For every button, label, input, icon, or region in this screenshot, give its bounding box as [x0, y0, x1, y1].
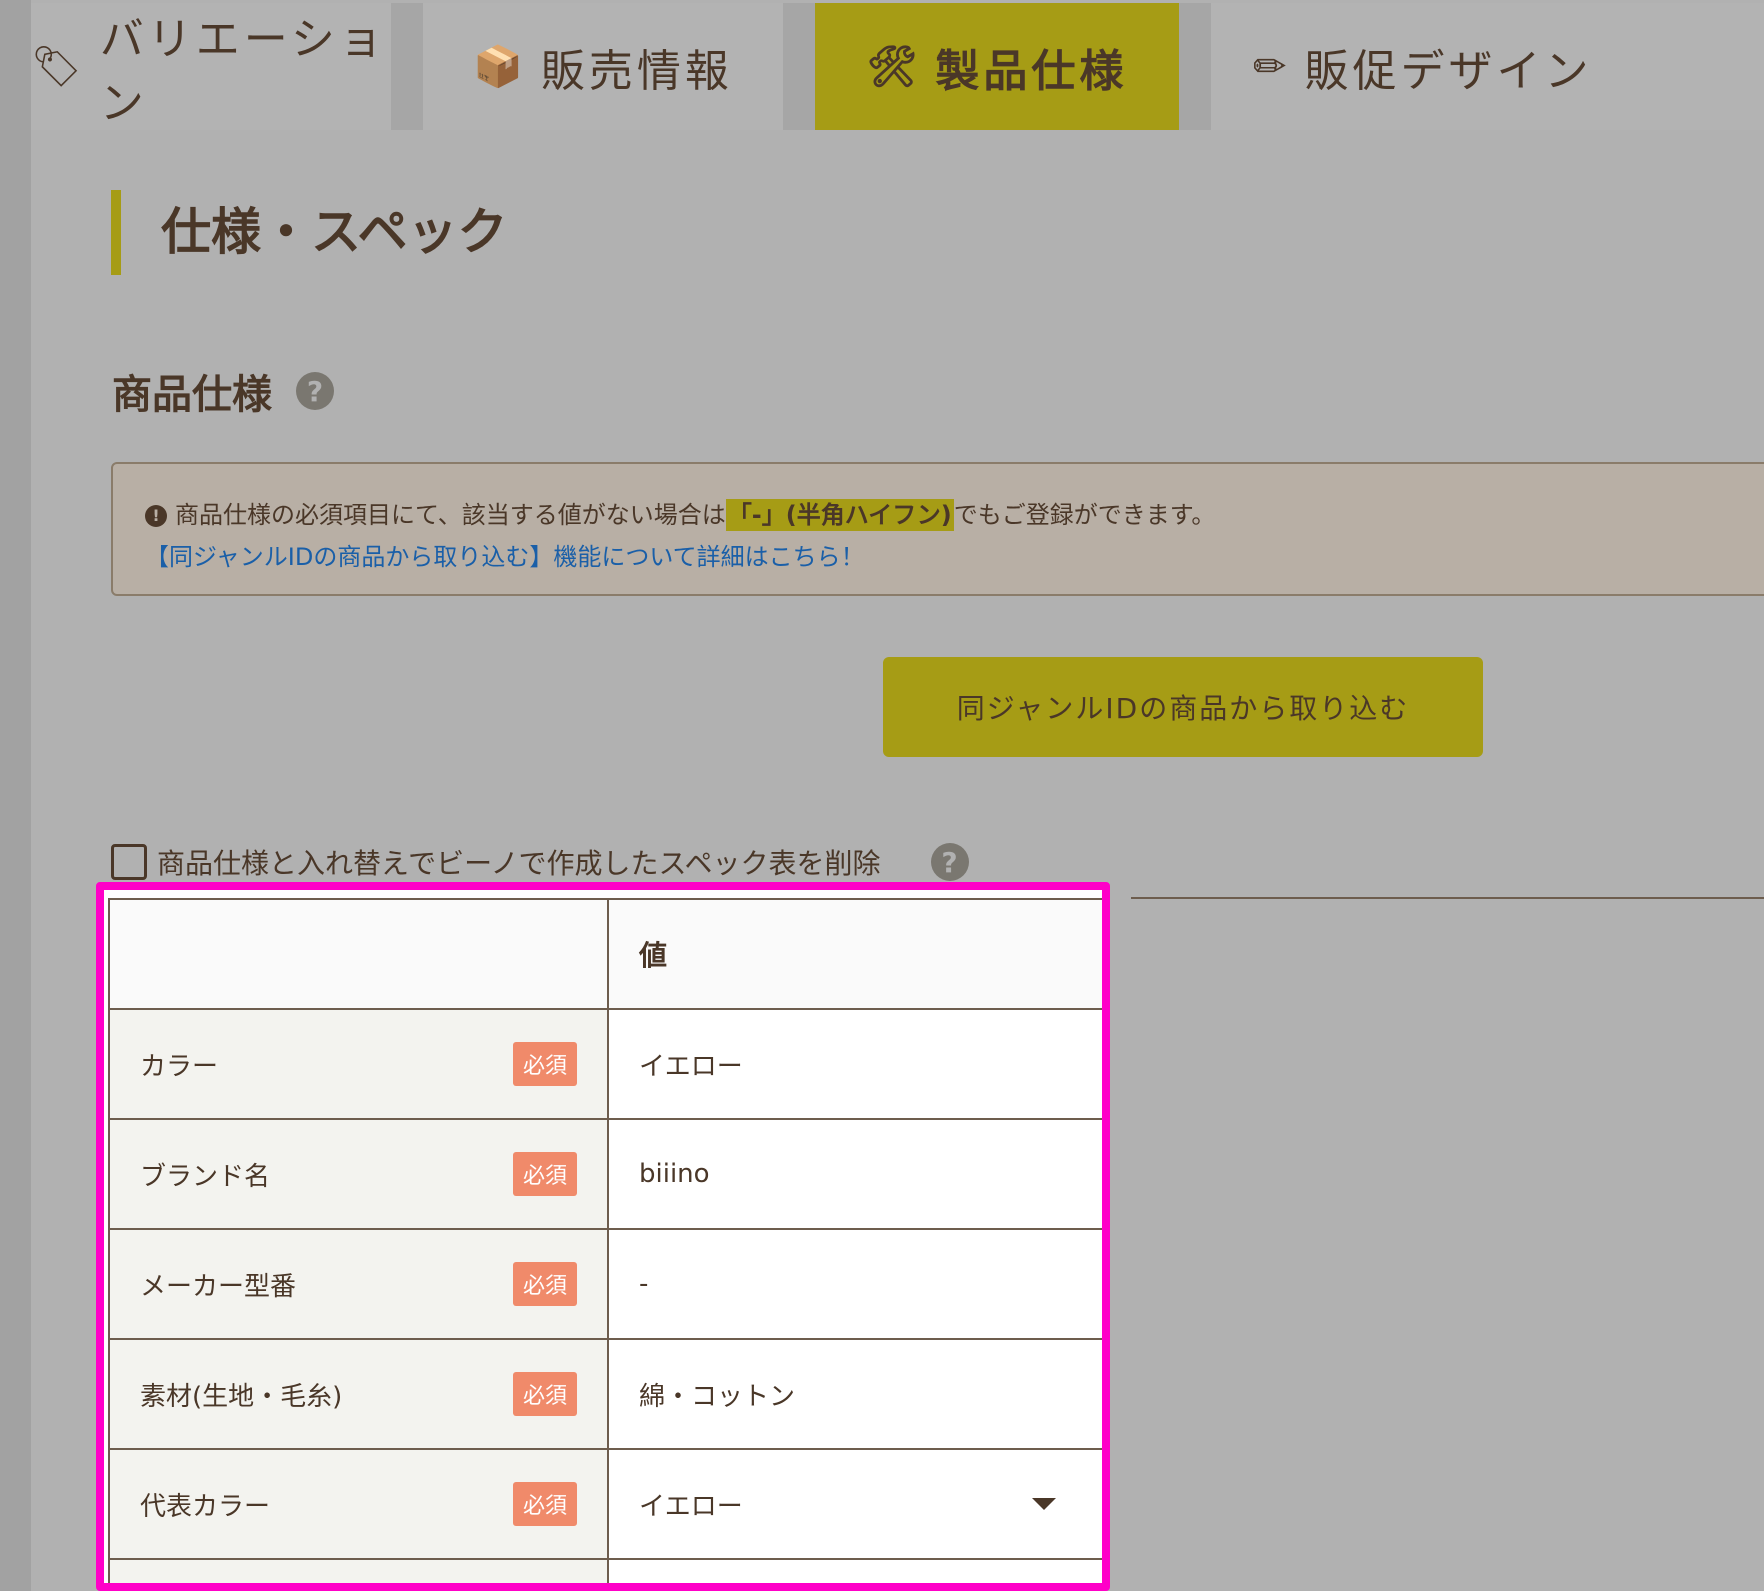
tools-icon: 🛠	[866, 44, 922, 90]
row-value-text: biiino	[639, 1159, 710, 1189]
row-value-text: -	[639, 1269, 649, 1299]
row-label: カラー 必須	[110, 1042, 607, 1086]
pencil-icon: ✏	[1253, 43, 1291, 90]
row-label-text: ブランド名	[140, 1161, 271, 1192]
table-row	[108, 1558, 1102, 1583]
exclamation-icon: !	[145, 505, 167, 527]
table-row: メーカー型番 必須 -	[108, 1228, 1102, 1340]
divider	[1131, 897, 1764, 899]
details-link[interactable]: 【同ジャンルIDの商品から取り込む】機能について詳細はこちら！	[145, 536, 1764, 578]
tab-variation[interactable]: 🏷 バリエーション	[31, 3, 391, 130]
help-icon[interactable]: ?	[930, 843, 969, 881]
row-label: 素材(生地・毛糸) 必須	[110, 1372, 607, 1416]
value-field-brand[interactable]: biiino	[609, 1159, 1102, 1189]
required-badge: 必須	[512, 1262, 577, 1306]
notice-text-before: 商品仕様の必須項目にて、該当する値がない場合は	[175, 501, 726, 529]
value-field-material[interactable]: 綿・コットン	[609, 1376, 1102, 1413]
chevron-down-icon[interactable]	[1032, 1498, 1056, 1510]
tab-divider	[783, 3, 815, 130]
required-badge: 必須	[512, 1152, 577, 1196]
header-label-cell	[108, 898, 609, 1010]
tab-promo-design[interactable]: ✏ 販促デザイン	[1211, 3, 1764, 130]
tag-icon: 🏷	[31, 44, 86, 90]
table-row: 代表カラー 必須 イエロー	[108, 1448, 1102, 1560]
header-value-cell: 値	[607, 898, 1102, 1010]
tab-label: 製品仕様	[935, 45, 1128, 97]
row-label: ブランド名 必須	[110, 1152, 607, 1196]
table-header-row: 値	[108, 898, 1102, 1010]
table-row: 素材(生地・毛糸) 必須 綿・コットン	[108, 1338, 1102, 1450]
package-icon: 📦	[473, 44, 527, 90]
notice-highlight: 「-」(半角ハイフン)	[725, 499, 954, 531]
row-label: 代表カラー 必須	[110, 1482, 607, 1526]
page: 🏷 バリエーション 📦 販売情報 🛠 製品仕様 ✏ 販促デザイン 仕様・スペック…	[31, 0, 1764, 1591]
notice-text-after: でもご登録ができます。	[953, 501, 1216, 529]
row-value-text: イエロー	[639, 1491, 743, 1522]
row-label: メーカー型番 必須	[110, 1262, 607, 1306]
value-field-model-number[interactable]: -	[609, 1269, 1102, 1299]
section-title: 仕様・スペック	[111, 190, 508, 275]
row-label-text: メーカー型番	[140, 1271, 297, 1302]
delete-spec-checkbox[interactable]	[111, 844, 147, 880]
subsection-title-text: 商品仕様	[112, 372, 272, 418]
required-badge: 必須	[512, 1372, 577, 1416]
tab-bar: 🏷 バリエーション 📦 販売情報 🛠 製品仕様 ✏ 販促デザイン	[31, 3, 1764, 130]
import-from-same-genre-button[interactable]: 同ジャンルIDの商品から取り込む	[883, 657, 1483, 757]
table-row: ブランド名 必須 biiino	[108, 1118, 1102, 1230]
row-value-text: 綿・コットン	[639, 1381, 796, 1412]
tab-divider	[391, 3, 423, 130]
notice-line: ! 商品仕様の必須項目にて、該当する値がない場合は「-」(半角ハイフン)でもご登録…	[145, 494, 1764, 536]
tab-label: バリエーション	[99, 13, 387, 129]
required-badge: 必須	[512, 1482, 577, 1526]
value-field-color[interactable]: イエロー	[609, 1046, 1102, 1083]
representative-color-select[interactable]: イエロー	[609, 1486, 1102, 1523]
spec-table-highlight: 値 カラー 必須 イエロー ブランド名 必須 biiino メーカー型番 必須 - 素…	[96, 882, 1110, 1591]
table-row: カラー 必須 イエロー	[108, 1008, 1102, 1120]
help-icon[interactable]: ?	[296, 372, 334, 410]
delete-spec-checkbox-row: 商品仕様と入れ替えでビーノで作成したスペック表を削除 ?	[111, 842, 969, 882]
left-edge	[0, 0, 31, 1591]
row-label-text: カラー	[140, 1051, 219, 1082]
checkbox-label: 商品仕様と入れ替えでビーノで作成したスペック表を削除	[157, 847, 881, 880]
tab-label: 販売情報	[540, 45, 733, 97]
tab-label: 販促デザイン	[1304, 45, 1593, 97]
subsection-title: 商品仕様 ?	[112, 362, 334, 420]
tab-product-spec[interactable]: 🛠 製品仕様	[815, 3, 1179, 130]
row-value-text: イエロー	[639, 1051, 743, 1082]
tab-divider	[1179, 3, 1211, 130]
notice-box: ! 商品仕様の必須項目にて、該当する値がない場合は「-」(半角ハイフン)でもご登録…	[111, 462, 1764, 596]
required-badge: 必須	[512, 1042, 577, 1086]
tab-sales-info[interactable]: 📦 販売情報	[423, 3, 783, 130]
row-label-text: 代表カラー	[140, 1491, 271, 1522]
spec-table: 値 カラー 必須 イエロー ブランド名 必須 biiino メーカー型番 必須 - 素…	[108, 898, 1102, 1583]
row-label-text: 素材(生地・毛糸)	[140, 1381, 343, 1412]
